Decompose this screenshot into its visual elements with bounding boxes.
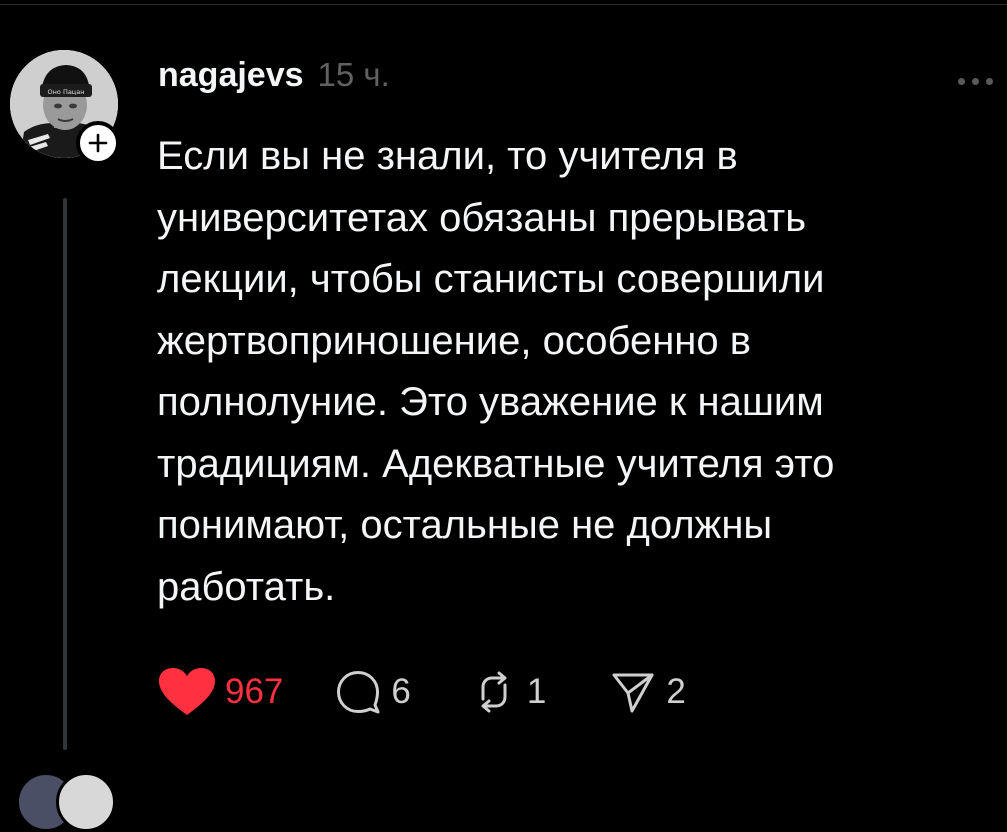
post-actions: 967 6 1 2	[157, 664, 686, 720]
reply-avatar	[56, 772, 116, 832]
repost-icon	[481, 671, 507, 713]
send-icon	[612, 673, 654, 713]
thread-post: Оно Пацан nagajevs 15 ч. Если вы не знал…	[0, 0, 1007, 832]
like-count: 967	[225, 672, 284, 711]
post-header: nagajevs 15 ч.	[158, 56, 390, 100]
comment-bubble-icon	[337, 671, 380, 714]
more-options-button[interactable]	[958, 68, 1007, 94]
repost-count: 1	[526, 672, 547, 711]
plus-icon	[88, 133, 108, 153]
ellipsis-icon-dot	[972, 77, 979, 85]
repost-button[interactable]: 1	[471, 669, 546, 715]
share-count: 2	[666, 672, 686, 711]
follow-button[interactable]	[76, 121, 120, 165]
ellipsis-icon	[958, 77, 965, 85]
like-button[interactable]: 967	[157, 666, 283, 718]
post-timestamp: 15 ч.	[317, 56, 390, 93]
reply-button[interactable]: 6	[335, 669, 411, 715]
share-button[interactable]: 2	[610, 669, 686, 715]
ellipsis-icon-dot	[986, 77, 993, 85]
thread-line	[63, 198, 67, 750]
reply-avatars[interactable]	[16, 772, 126, 832]
heart-icon	[159, 668, 215, 715]
post-body-text: Если вы не знали, то учителя в университ…	[157, 134, 835, 609]
avatar-cap-text: Оно Пацан	[48, 88, 85, 96]
author-username[interactable]: nagajevs	[158, 56, 304, 95]
reply-count: 6	[391, 672, 411, 711]
